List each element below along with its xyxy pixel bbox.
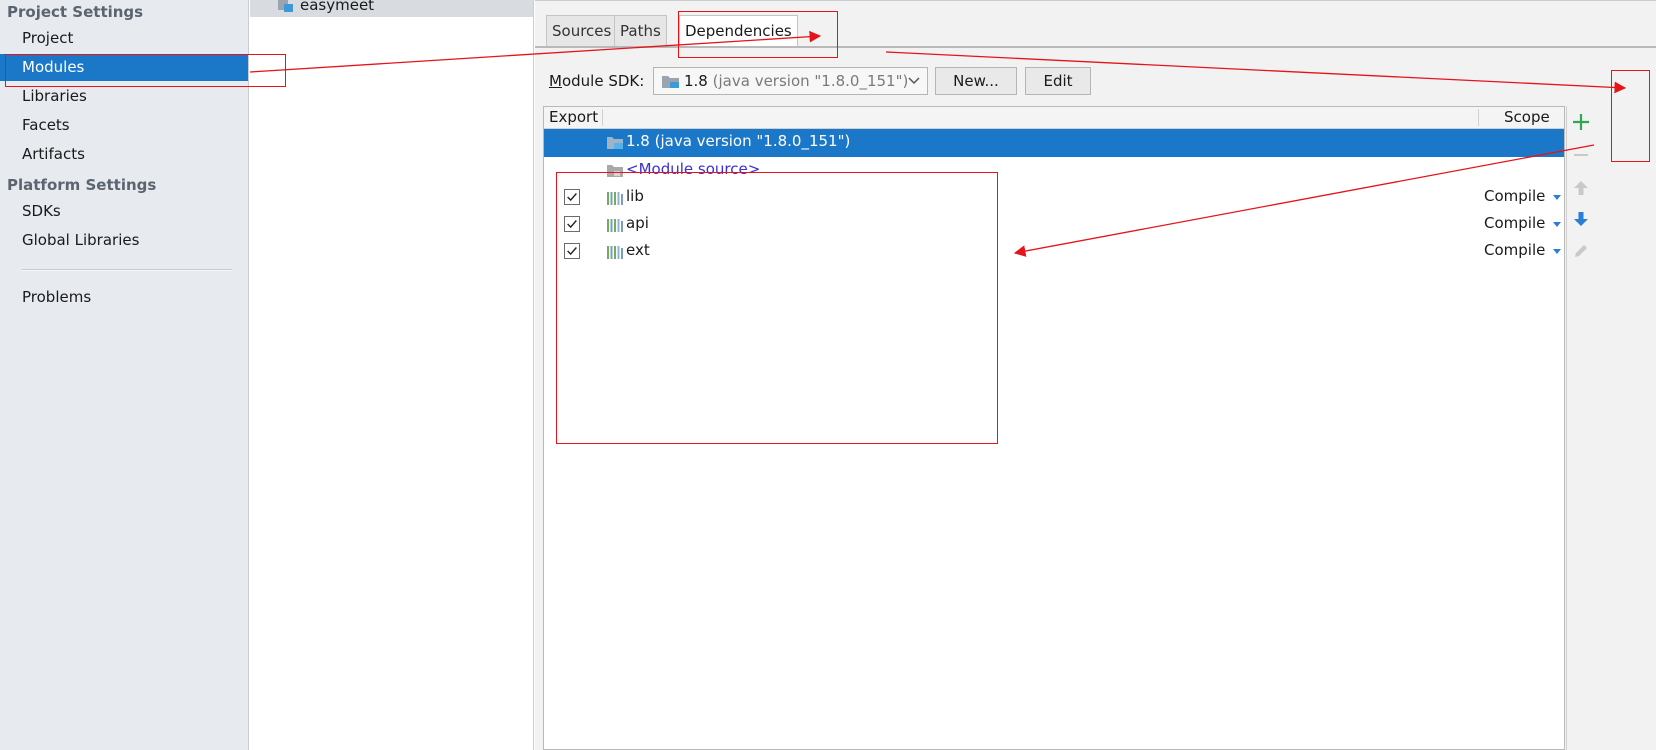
scope-dropdown-arrow-icon[interactable] <box>1553 249 1561 254</box>
annotation-box-add <box>1611 70 1650 162</box>
sdk-new-button[interactable]: New... <box>935 67 1017 95</box>
sdk-edit-button[interactable]: Edit <box>1025 67 1091 95</box>
dependency-name: 1.8 (java version "1.8.0_151") <box>626 132 851 150</box>
tree-item-module[interactable]: easymeet <box>250 0 533 17</box>
sidebar-item-project[interactable]: Project <box>0 25 248 52</box>
annotation-box-dependencies-tab <box>678 11 838 58</box>
platform-settings-header: Platform Settings <box>7 176 157 194</box>
column-header-export[interactable]: Export <box>549 108 598 126</box>
add-icon[interactable] <box>1570 111 1592 133</box>
scope-dropdown-arrow-icon[interactable] <box>1553 195 1561 200</box>
scope-dropdown-arrow-icon[interactable] <box>1553 222 1561 227</box>
module-icon <box>278 0 293 12</box>
sdk-selected-name: 1.8 <box>684 72 708 90</box>
sidebar-item-artifacts[interactable]: Artifacts <box>0 141 248 168</box>
sdk-folder-icon <box>662 76 679 88</box>
module-sdk-select[interactable]: 1.8 (java version "1.8.0_151") <box>653 67 928 95</box>
sdk-folder-icon <box>607 137 623 149</box>
sidebar-item-global-libraries[interactable]: Global Libraries <box>0 227 248 254</box>
tab-paths[interactable]: Paths <box>614 15 667 47</box>
sidebar-item-problems[interactable]: Problems <box>0 284 248 311</box>
module-name: easymeet <box>300 0 375 14</box>
module-tree: easymeet <box>250 0 534 750</box>
top-border <box>535 0 1656 1</box>
scope-select[interactable]: Compile <box>1484 187 1545 205</box>
column-divider <box>1478 109 1479 126</box>
chevron-down-icon <box>908 77 920 85</box>
table-header: Export Scope <box>544 107 1564 129</box>
project-settings-header: Project Settings <box>7 3 144 21</box>
table-row-sdk[interactable]: 1.8 (java version "1.8.0_151") <box>544 129 1564 157</box>
sidebar-item-sdks[interactable]: SDKs <box>0 198 248 225</box>
remove-icon[interactable] <box>1570 144 1592 166</box>
annotation-box-libraries <box>556 172 998 444</box>
move-down-icon[interactable] <box>1570 208 1592 230</box>
sidebar-divider <box>22 269 232 271</box>
column-divider <box>602 109 603 126</box>
move-up-icon[interactable] <box>1570 177 1592 199</box>
edit-icon[interactable] <box>1570 240 1592 262</box>
sdk-selected-version: (java version "1.8.0_151") <box>712 72 909 90</box>
settings-sidebar: Project Settings Project Modules Librari… <box>0 0 249 750</box>
scope-select[interactable]: Compile <box>1484 241 1545 259</box>
dependencies-toolbar <box>1566 106 1656 750</box>
module-sdk-label: Module SDK: <box>549 72 645 90</box>
scope-select[interactable]: Compile <box>1484 214 1545 232</box>
sidebar-item-libraries[interactable]: Libraries <box>0 83 248 110</box>
annotation-box-modules <box>5 54 286 87</box>
tab-sources[interactable]: Sources <box>546 15 618 47</box>
sidebar-item-facets[interactable]: Facets <box>0 112 248 139</box>
column-header-scope[interactable]: Scope <box>1504 108 1550 126</box>
